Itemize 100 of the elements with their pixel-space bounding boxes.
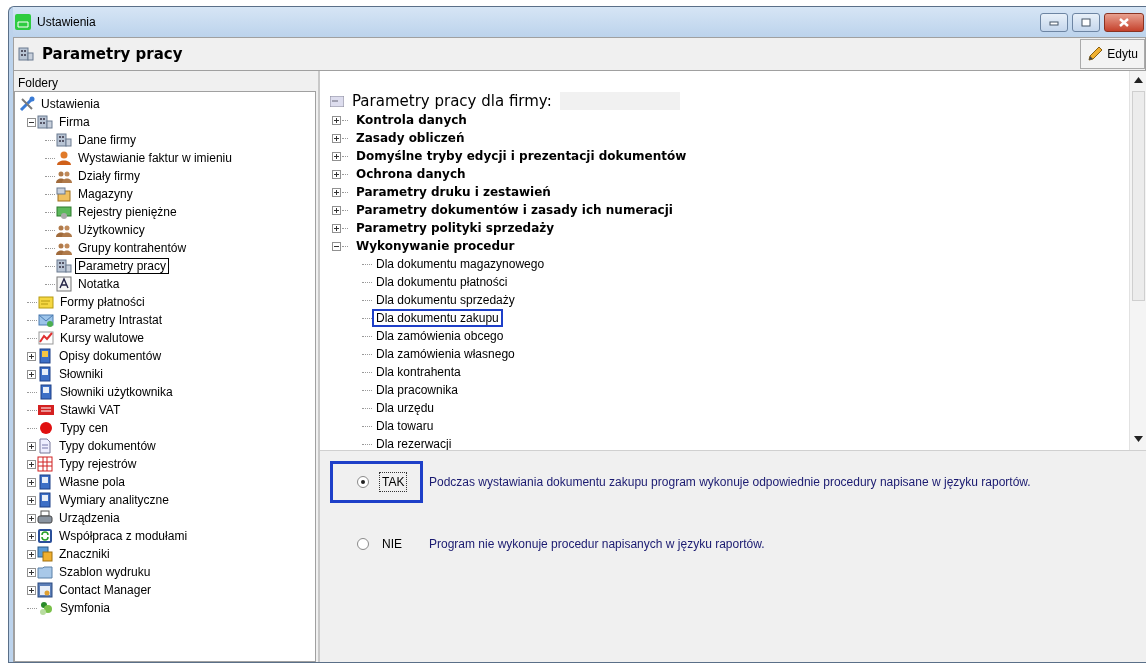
expander-icon[interactable]	[332, 241, 341, 251]
window-title: Ustawienia	[37, 14, 96, 31]
expander-icon[interactable]	[27, 441, 36, 451]
tree-item[interactable]: Dla zamówienia obcego	[372, 327, 508, 345]
edit-button[interactable]: Edytu	[1080, 39, 1145, 69]
tree-item[interactable]: Parametry Intrastat	[57, 312, 166, 328]
maximize-button[interactable]	[1072, 12, 1100, 32]
window-icon	[37, 582, 53, 598]
tree-item[interactable]: Notatka	[75, 276, 123, 292]
tree-item[interactable]: Dla dokumentu sprzedaży	[372, 291, 519, 309]
tree-item[interactable]: Parametry druku i zestawień	[356, 183, 551, 201]
tree-item[interactable]: Firma	[56, 114, 93, 130]
tree-item[interactable]: Słowniki	[56, 366, 106, 382]
tree-item[interactable]: Dla pracownika	[372, 381, 463, 399]
tree-item[interactable]: Wystawianie faktur w imieniu	[75, 150, 235, 166]
tree-item[interactable]: Dla rezerwacji	[372, 435, 456, 450]
expander-icon[interactable]	[27, 369, 36, 379]
tree-item[interactable]: Wymiary analityczne	[56, 492, 172, 508]
tree-item[interactable]: Ochrona danych	[356, 165, 466, 183]
sync-icon	[37, 528, 53, 544]
radio-button[interactable]	[357, 538, 369, 550]
expander-icon[interactable]	[332, 205, 341, 215]
page-title: Parametry pracy	[42, 43, 183, 65]
tree-item[interactable]: Parametry polityki sprzedaży	[356, 219, 555, 237]
document-icon	[37, 366, 53, 382]
expander-icon[interactable]	[27, 477, 36, 487]
building-icon	[56, 258, 72, 274]
minimize-button[interactable]	[1040, 12, 1068, 32]
tag-icon	[38, 402, 54, 418]
expander-icon[interactable]	[332, 133, 341, 143]
tree-item[interactable]: Contact Manager	[56, 582, 155, 598]
tree-item[interactable]: Szablon wydruku	[56, 564, 154, 580]
tree-item[interactable]: Dla urzędu	[372, 399, 439, 417]
expander-icon[interactable]	[27, 531, 36, 541]
tree-item[interactable]: Typy cen	[57, 420, 112, 436]
scrollbar[interactable]	[1129, 71, 1146, 450]
radio-label[interactable]: NIE	[379, 534, 405, 554]
expander-icon[interactable]	[27, 351, 36, 361]
tree-item[interactable]: Własne pola	[56, 474, 129, 490]
tree-item[interactable]: Działy firmy	[75, 168, 143, 184]
tree-item[interactable]: Słowniki użytkownika	[57, 384, 176, 400]
document-icon	[37, 348, 53, 364]
form-icon	[330, 95, 344, 107]
expander-icon[interactable]	[27, 117, 36, 127]
tree-item[interactable]: Wykonywanie procedur	[356, 237, 515, 255]
expander-icon[interactable]	[332, 169, 341, 179]
tree-item[interactable]: Użytkownicy	[75, 222, 148, 238]
expander-icon[interactable]	[27, 567, 36, 577]
radio-button[interactable]	[357, 476, 369, 488]
tree-item[interactable]: Dla dokumentu płatności	[372, 273, 512, 291]
expander-icon[interactable]	[27, 549, 36, 559]
document-icon	[38, 384, 54, 400]
scroll-thumb[interactable]	[1131, 91, 1145, 301]
note-card-icon	[38, 294, 54, 310]
tree-item[interactable]: Rejestry pieniężne	[75, 204, 180, 220]
tree-item[interactable]: Formy płatności	[57, 294, 148, 310]
tree-item[interactable]: Dla kontrahenta	[372, 363, 465, 381]
expander-icon[interactable]	[27, 459, 36, 469]
tree-item[interactable]: Kursy walutowe	[57, 330, 148, 346]
squares-icon	[37, 546, 53, 562]
expander-icon[interactable]	[332, 151, 341, 161]
scroll-down-icon[interactable]	[1133, 436, 1143, 442]
radio-label[interactable]: TAK	[379, 472, 408, 492]
expander-icon[interactable]	[332, 223, 341, 233]
document-icon	[37, 492, 53, 508]
tree-item[interactable]: Ustawienia	[38, 96, 103, 112]
tree-item[interactable]: Symfonia	[57, 600, 114, 616]
tree-item[interactable]: Stawki VAT	[57, 402, 124, 418]
expander-icon[interactable]	[332, 115, 341, 125]
tree-item[interactable]: Dla dokumentu zakupu	[372, 309, 503, 327]
option-description: Program nie wykonuje procedur napisanych w języku raportów.	[429, 536, 765, 553]
tree-item[interactable]: Dla dokumentu magazynowego	[372, 255, 549, 273]
tree-item[interactable]: Dla towaru	[372, 417, 438, 435]
tree-item[interactable]: Parametry dokumentów i zasady ich numeracji	[356, 201, 673, 219]
tree-item[interactable]: Dla zamówienia własnego	[372, 345, 519, 363]
box-icon	[56, 186, 72, 202]
tree-item[interactable]: Dane firmy	[75, 132, 139, 148]
folder-icon	[37, 564, 53, 580]
scroll-up-icon[interactable]	[1133, 77, 1143, 83]
tree-item[interactable]: Urządzenia	[56, 510, 123, 526]
expander-icon[interactable]	[27, 585, 36, 595]
tree-item[interactable]: Kontrola danych	[356, 111, 467, 129]
pane-title: Foldery	[17, 75, 59, 91]
tree-item[interactable]: Magazyny	[75, 186, 136, 202]
expander-icon[interactable]	[27, 513, 36, 523]
tree-item[interactable]: Zasady obliczeń	[356, 129, 465, 147]
tree-item[interactable]: Opisy dokumentów	[56, 348, 165, 364]
expander-icon[interactable]	[332, 187, 341, 197]
tree-item[interactable]: Grupy kontrahentów	[75, 240, 190, 256]
app-icon	[15, 14, 31, 30]
tree-item[interactable]: Typy rejestrów	[56, 456, 140, 472]
tree-item[interactable]: Parametry pracy	[75, 258, 170, 274]
close-button[interactable]	[1104, 12, 1144, 32]
tree-item[interactable]: Domyślne tryby edycji i prezentacji dokumentów	[356, 147, 687, 165]
expander-icon[interactable]	[27, 495, 36, 505]
tree-item[interactable]: Typy dokumentów	[56, 438, 159, 454]
tree-item[interactable]: Współpraca z modułami	[56, 528, 191, 544]
printer-icon	[37, 510, 53, 526]
panel-title: Parametry pracy dla firmy:	[352, 90, 552, 112]
tree-item[interactable]: Znaczniki	[56, 546, 113, 562]
